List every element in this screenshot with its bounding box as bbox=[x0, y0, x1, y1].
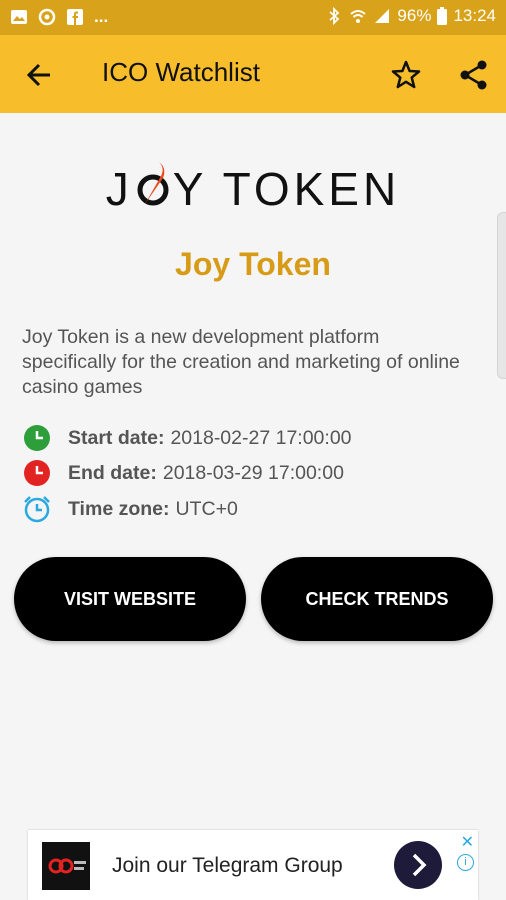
token-description: Joy Token is a new development platform … bbox=[22, 326, 460, 398]
gallery-notification-icon bbox=[11, 10, 27, 24]
alarm-clock-icon bbox=[24, 496, 50, 523]
wifi-icon bbox=[350, 10, 367, 23]
start-date-row: Start date: 2018-02-27 17:00:00 bbox=[22, 423, 352, 453]
share-button[interactable] bbox=[454, 55, 494, 95]
star-outline-icon bbox=[391, 60, 421, 89]
signal-icon bbox=[375, 9, 390, 23]
time-zone-label: Time zone: bbox=[68, 497, 170, 520]
end-date-label: End date: bbox=[68, 461, 157, 484]
sync-notification-icon bbox=[38, 8, 56, 26]
clock-green-icon bbox=[24, 425, 50, 451]
ad-text: Join our Telegram Group bbox=[112, 854, 343, 877]
chevron-right-icon bbox=[412, 853, 427, 877]
visit-website-button[interactable]: VISIT WEBSITE bbox=[14, 557, 246, 641]
bluetooth-icon bbox=[329, 7, 340, 25]
app-bar: ICO Watchlist bbox=[0, 35, 506, 113]
edge-panel-handle[interactable] bbox=[497, 212, 506, 379]
check-trends-button[interactable]: CHECK TRENDS bbox=[261, 557, 493, 641]
clock: 13:24 bbox=[453, 6, 496, 25]
end-date-value: 2018-03-29 17:00:00 bbox=[162, 461, 344, 484]
share-icon bbox=[460, 60, 487, 90]
token-name: Joy Token bbox=[175, 246, 331, 282]
ad-close-icon[interactable]: ✕ bbox=[461, 832, 474, 852]
ad-logo bbox=[42, 842, 90, 890]
time-zone-value: UTC+0 bbox=[175, 497, 238, 520]
time-zone-row: Time zone: UTC+0 bbox=[22, 494, 238, 524]
logo-text-end: Y TOKEN bbox=[172, 163, 401, 215]
back-button[interactable] bbox=[20, 55, 60, 95]
start-date-value: 2018-02-27 17:00:00 bbox=[170, 426, 352, 449]
favorite-button[interactable] bbox=[386, 55, 426, 95]
page-title: ICO Watchlist bbox=[102, 57, 260, 87]
joy-token-logo: J Y TOKEN bbox=[0, 162, 506, 216]
end-date-row: End date: 2018-03-29 17:00:00 bbox=[22, 458, 344, 488]
clock-red-icon bbox=[24, 460, 50, 486]
logo-text-start: J bbox=[105, 163, 133, 215]
ad-open-button[interactable] bbox=[394, 841, 442, 889]
more-notifications: ... bbox=[94, 7, 109, 26]
battery-percent: 96% bbox=[397, 6, 432, 25]
facebook-notification-icon bbox=[67, 9, 83, 25]
status-bar: ... 96% 13:24 bbox=[0, 0, 506, 35]
arrow-back-icon bbox=[26, 63, 50, 87]
ad-banner[interactable]: Join our Telegram Group ✕ i bbox=[28, 830, 478, 900]
start-date-label: Start date: bbox=[68, 426, 165, 449]
battery-icon bbox=[437, 7, 448, 25]
ad-info-icon[interactable]: i bbox=[457, 854, 474, 871]
flame-logo-mark bbox=[133, 162, 173, 208]
